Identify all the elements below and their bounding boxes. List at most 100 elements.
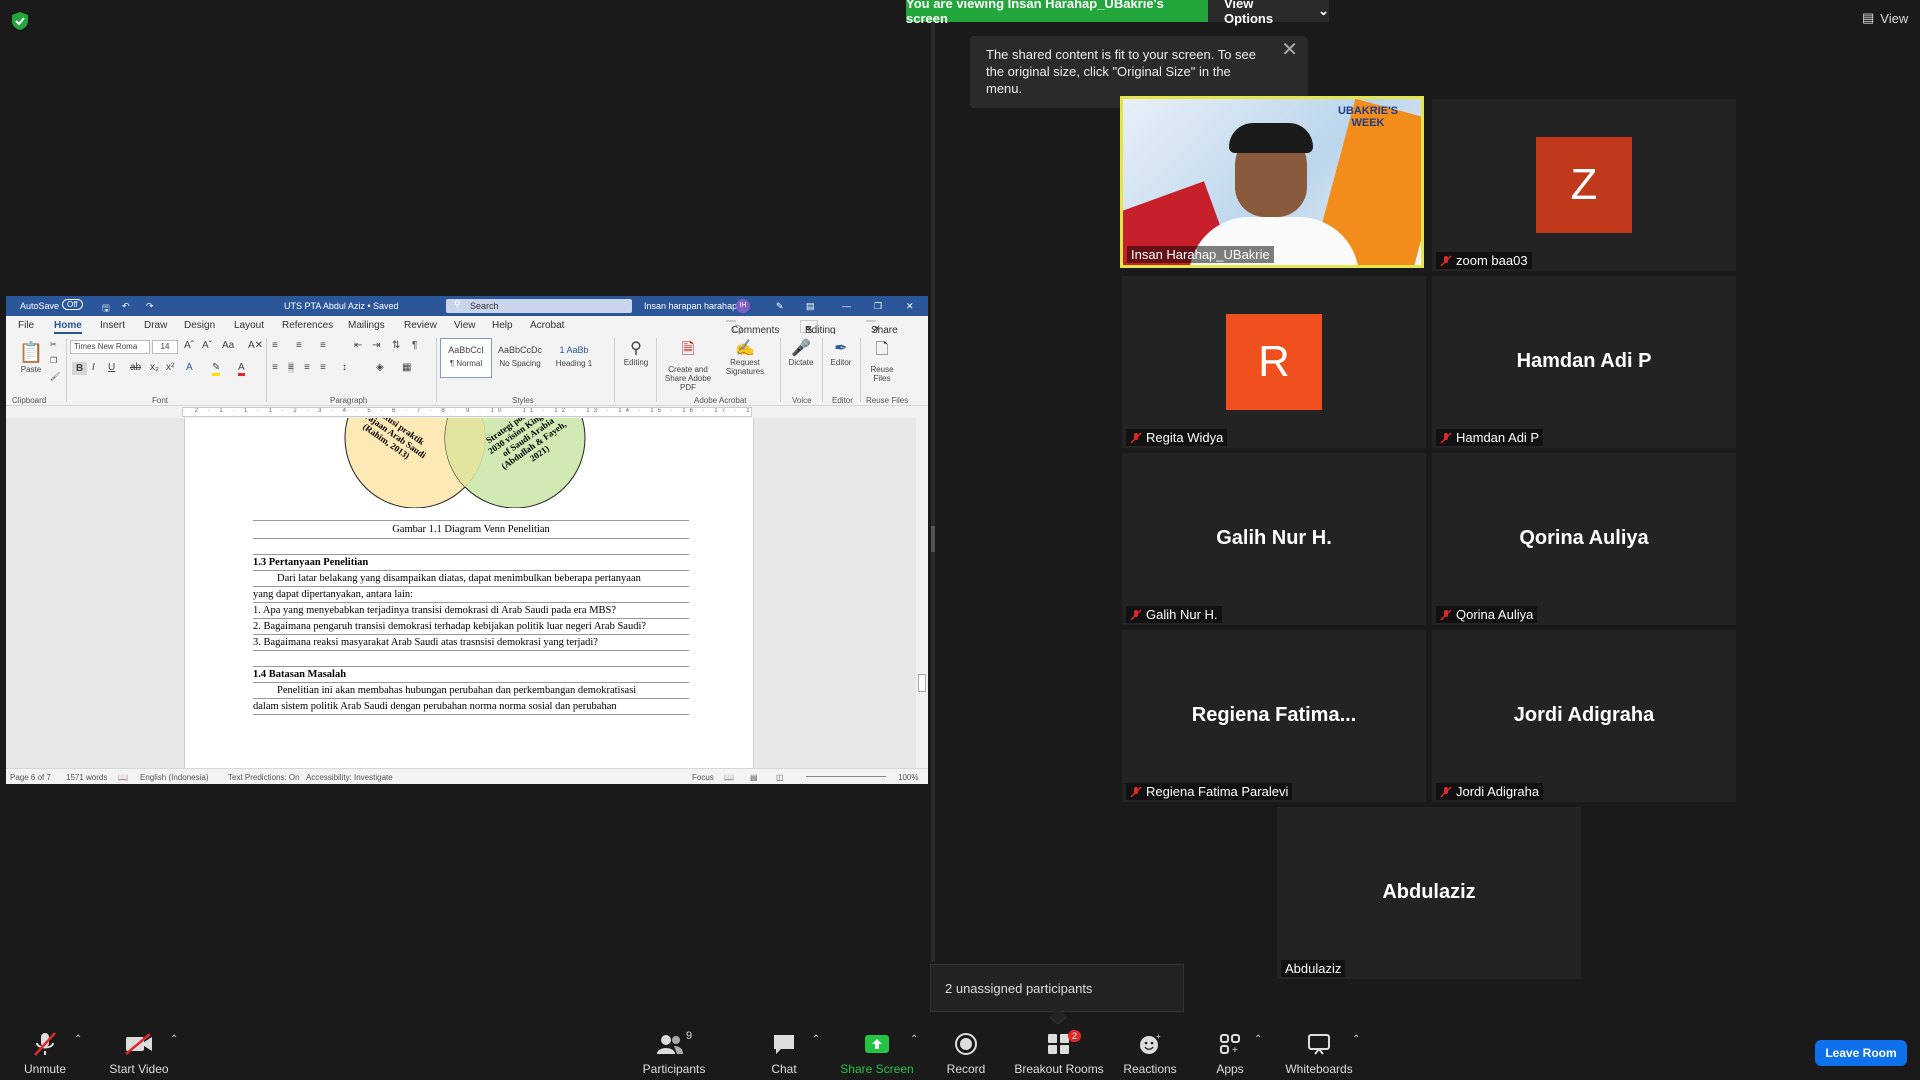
- vertical-scrollbar[interactable]: [916, 418, 928, 768]
- divider-grip-handle[interactable]: [931, 526, 935, 552]
- bullets-icon[interactable]: ≡: [272, 340, 278, 351]
- tab-review[interactable]: Review: [404, 320, 437, 331]
- numbering-icon[interactable]: ≡: [296, 340, 302, 351]
- video-tile-regita[interactable]: R Regita Widya: [1122, 276, 1426, 448]
- document-title[interactable]: UTS PTA Abdul Aziz • Saved: [284, 301, 399, 311]
- tab-home[interactable]: Home: [54, 320, 82, 334]
- ribbon-display-icon[interactable]: ▤: [806, 301, 815, 312]
- video-tile-hamdan[interactable]: Hamdan Adi P Hamdan Adi P: [1432, 276, 1736, 448]
- share-options-caret[interactable]: ⌃: [910, 1034, 918, 1045]
- breakout-rooms-button[interactable]: 2 Breakout Rooms: [1014, 1030, 1104, 1076]
- autosave-toggle[interactable]: Off: [62, 299, 83, 310]
- user-avatar[interactable]: IH: [736, 299, 750, 313]
- view-options-button[interactable]: View Options ⌄: [1208, 0, 1329, 26]
- whiteboards-button[interactable]: Whiteboards: [1282, 1030, 1356, 1076]
- paste-button[interactable]: 📋 Paste: [14, 340, 48, 374]
- split-divider[interactable]: [931, 22, 935, 962]
- document-area[interactable]: Institusi praktik kerajaan Arab Saudi (R…: [6, 418, 928, 768]
- request-signatures-button[interactable]: ✍ Request Signatures: [720, 338, 770, 376]
- align-right-icon[interactable]: ≡: [304, 362, 310, 373]
- view-button[interactable]: ▤ View: [1862, 10, 1908, 26]
- style-normal[interactable]: AaBbCcI ¶ Normal: [440, 338, 492, 378]
- dictate-button[interactable]: 🎤 Dictate: [782, 338, 820, 367]
- audio-options-caret[interactable]: ⌃: [74, 1034, 82, 1045]
- copy-icon[interactable]: ❐: [50, 356, 57, 365]
- video-tile-galih[interactable]: Galih Nur H. Galih Nur H.: [1122, 453, 1426, 625]
- participants-button[interactable]: 9 Participants: [636, 1030, 712, 1076]
- tab-mailings[interactable]: Mailings: [348, 320, 385, 331]
- proofing-icon[interactable]: 📖: [118, 773, 128, 782]
- sort-icon[interactable]: ⇅: [392, 340, 400, 351]
- format-painter-icon[interactable]: 🖌: [50, 372, 60, 381]
- strikethrough-icon[interactable]: ab: [130, 362, 141, 373]
- print-layout-icon[interactable]: ▤: [750, 773, 758, 782]
- font-color-icon[interactable]: A: [238, 362, 245, 376]
- save-icon[interactable]: 🖫: [102, 301, 110, 317]
- horizontal-ruler[interactable]: · 2 · 1 · 1 · 1 · 2 · 3 · 4 · 5 · 6 · 7 …: [6, 406, 928, 418]
- video-tile-insan[interactable]: UBAKRIE'S WEEK Insan Harahap_UBakrie: [1120, 96, 1424, 268]
- underline-icon[interactable]: U: [108, 362, 115, 373]
- bold-icon[interactable]: B: [72, 362, 88, 375]
- text-effects-icon[interactable]: A: [186, 362, 193, 373]
- language[interactable]: English (Indonesia): [140, 773, 208, 782]
- user-name[interactable]: Insan harapan harahap: [644, 301, 737, 311]
- video-tile-regiena[interactable]: Regiena Fatima... Regiena Fatima Paralev…: [1122, 630, 1426, 802]
- superscript-icon[interactable]: x²: [166, 362, 174, 373]
- justify-icon[interactable]: ≡: [320, 362, 326, 373]
- grow-font-icon[interactable]: Aˆ: [184, 340, 194, 351]
- pilcrow-icon[interactable]: ¶: [412, 340, 417, 351]
- share-screen-button[interactable]: Share Screen: [840, 1030, 914, 1076]
- tab-acrobat[interactable]: Acrobat: [530, 320, 564, 331]
- start-video-button[interactable]: Start Video: [104, 1030, 174, 1076]
- tab-insert[interactable]: Insert: [100, 320, 125, 331]
- close-window-icon[interactable]: ✕: [906, 301, 914, 312]
- minimize-icon[interactable]: —: [842, 301, 851, 311]
- shrink-font-icon[interactable]: Aˇ: [202, 340, 212, 351]
- multilevel-list-icon[interactable]: ≡: [320, 340, 326, 351]
- line-spacing-icon[interactable]: ↕: [342, 362, 347, 373]
- redo-icon[interactable]: ↷: [146, 301, 154, 312]
- increase-indent-icon[interactable]: ⇥: [372, 340, 380, 351]
- apps-button[interactable]: + Apps: [1210, 1030, 1250, 1076]
- chat-options-caret[interactable]: ⌃: [812, 1034, 820, 1045]
- tab-layout[interactable]: Layout: [234, 320, 264, 331]
- unassigned-participants-popup[interactable]: 2 unassigned participants: [930, 964, 1184, 1012]
- record-button[interactable]: Record: [944, 1030, 988, 1076]
- tab-file[interactable]: File: [18, 320, 34, 331]
- change-case-icon[interactable]: Aa: [222, 340, 234, 351]
- font-size-select[interactable]: 14: [152, 340, 178, 354]
- share-button[interactable]: ↗ Share: [866, 320, 898, 336]
- apps-options-caret[interactable]: ⌃: [1254, 1034, 1262, 1045]
- editing-mode-button[interactable]: ✎ Editing ⌄: [800, 320, 836, 336]
- tab-view[interactable]: View: [454, 320, 476, 331]
- document-page[interactable]: Institusi praktik kerajaan Arab Saudi (R…: [184, 418, 754, 768]
- pen-icon[interactable]: ✎: [776, 301, 784, 312]
- tab-help[interactable]: Help: [492, 320, 513, 331]
- video-tile-qorina[interactable]: Qorina Auliya Qorina Auliya: [1432, 453, 1736, 625]
- web-layout-icon[interactable]: ◫: [776, 773, 784, 782]
- tab-references[interactable]: References: [282, 320, 333, 331]
- security-shield-icon[interactable]: [12, 12, 28, 30]
- reuse-files-button[interactable]: 🗋 Reuse Files: [862, 338, 902, 383]
- chat-button[interactable]: Chat: [762, 1030, 806, 1076]
- scroll-thumb[interactable]: [918, 674, 926, 692]
- font-name-select[interactable]: Times New Roma: [70, 340, 150, 354]
- tab-design[interactable]: Design: [184, 320, 215, 331]
- close-icon[interactable]: ✕: [1281, 40, 1298, 60]
- text-predictions[interactable]: Text Predictions: On: [228, 773, 300, 782]
- search-input[interactable]: Search: [446, 299, 632, 313]
- tab-draw[interactable]: Draw: [144, 320, 167, 331]
- align-center-icon[interactable]: ≡: [288, 362, 294, 373]
- maximize-icon[interactable]: ❐: [874, 301, 882, 312]
- zoom-slider[interactable]: [806, 776, 886, 777]
- create-share-pdf-button[interactable]: 🗎 Create and Share Adobe PDF: [658, 338, 718, 392]
- clear-format-icon[interactable]: A✕: [248, 340, 263, 351]
- zoom-level[interactable]: 100%: [898, 773, 918, 782]
- video-tile-zoom-baa03[interactable]: Z zoom baa03: [1432, 99, 1736, 271]
- comments-button[interactable]: 🗨 Comments: [726, 320, 779, 336]
- read-mode-icon[interactable]: 📖: [724, 773, 734, 782]
- focus-button[interactable]: Focus: [692, 773, 714, 782]
- word-count[interactable]: 1571 words: [66, 773, 107, 782]
- shading-icon[interactable]: ◈: [376, 362, 384, 373]
- editor-button[interactable]: ✒ Editor: [824, 338, 858, 367]
